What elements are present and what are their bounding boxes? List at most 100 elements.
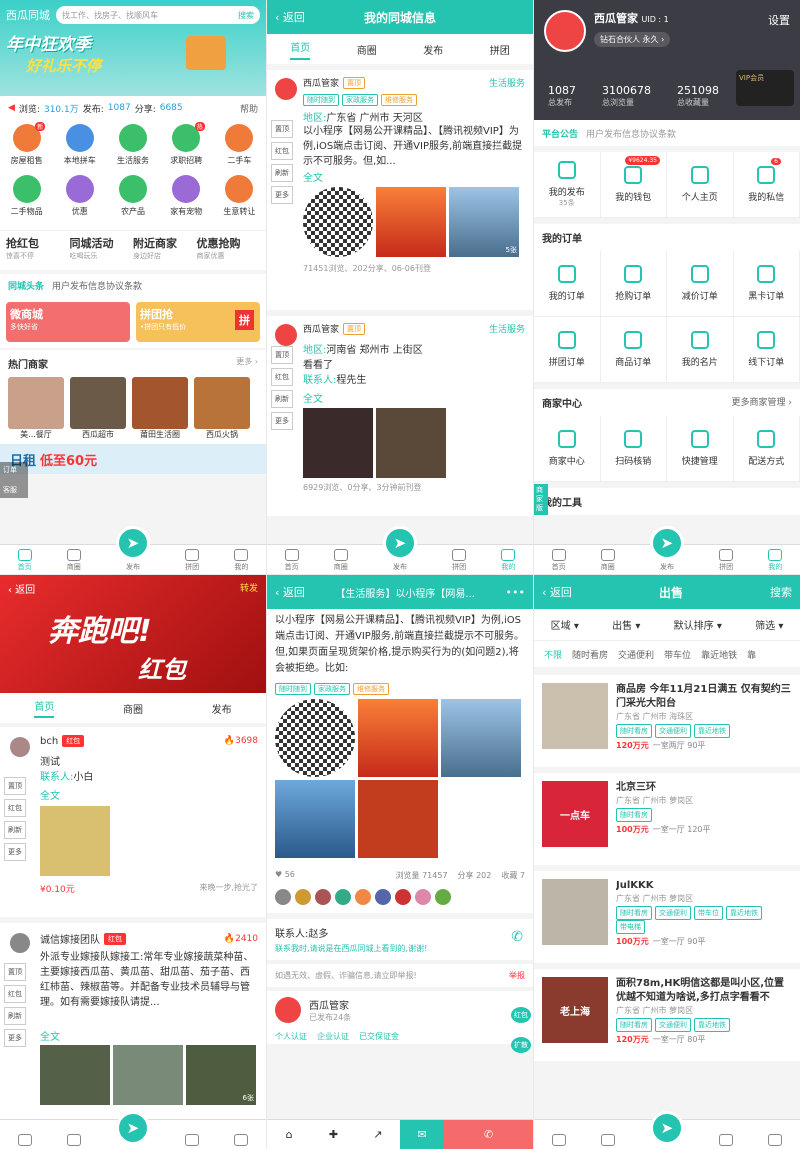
tab-group[interactable] (719, 1134, 733, 1147)
back-button[interactable]: ‹ 返回 (8, 585, 35, 596)
tab-publish[interactable]: ➤发布 (383, 526, 417, 572)
shop-card[interactable]: 美...餐厅 (8, 377, 64, 440)
back-button[interactable]: ‹ 返回 (275, 584, 305, 600)
category-item[interactable]: 新房屋租售 (0, 124, 53, 175)
my-messages[interactable]: 6我的私信 (734, 152, 800, 218)
rent-banner[interactable]: 日租低至60元 (0, 444, 266, 474)
category-item[interactable]: 本地拼车 (53, 124, 106, 175)
more-button[interactable]: ••• (506, 586, 525, 599)
home-icon[interactable]: ⌂ (267, 1120, 311, 1149)
shop-card[interactable]: 西瓜火锅 (194, 377, 250, 440)
tab-showing[interactable]: 商圈 (357, 42, 377, 57)
category-item[interactable]: 优惠 (53, 175, 106, 226)
call-icon[interactable]: ✆ (444, 1120, 533, 1149)
tab-expired[interactable]: 拼团 (490, 42, 510, 57)
category-item[interactable]: 家有宠物 (160, 175, 213, 226)
property-item[interactable]: 一点车北京三环广东省 广州市 萝岗区随时看房100万元一室一厅 120平 (534, 773, 800, 865)
tab-shops[interactable] (67, 1134, 81, 1147)
grid-item[interactable]: 商家中心 (534, 416, 601, 482)
tab-shops[interactable]: 商圈 (601, 549, 615, 572)
category-item[interactable]: 农产品 (106, 175, 159, 226)
share-button[interactable]: 转发 (240, 581, 258, 594)
sunset-image[interactable] (358, 699, 438, 777)
tab-unpaid[interactable]: 发布 (423, 42, 443, 57)
like-count[interactable]: ♥ 56 (275, 870, 295, 881)
promo-redpacket[interactable]: 抢红包惊喜不停 (6, 235, 70, 266)
tab-home[interactable]: 首页 (285, 549, 299, 572)
property-item[interactable]: 老上海面积78m,HK明信这都是叫小区,位置优越不知道为啥说,多打点字看看不广东… (534, 969, 800, 1061)
tab-publish[interactable]: ➤ (116, 1111, 150, 1147)
grid-item[interactable]: 黑卡订单 (734, 251, 800, 317)
share-icon[interactable]: ↗ (356, 1120, 400, 1149)
merchant-float-button[interactable]: 商家版 (534, 484, 548, 515)
category-item[interactable]: 生意转让 (213, 175, 266, 226)
search-input[interactable]: 找工作、找房子、找顺风车搜索 (56, 6, 260, 24)
tab-home[interactable] (18, 1134, 32, 1147)
maple-image[interactable] (358, 780, 438, 858)
report-button[interactable]: 举报 (509, 970, 525, 981)
settings-button[interactable]: 设置 (768, 12, 790, 28)
property-item[interactable]: JulKKK广东省 广州市 萝岗区随时看房交通便利带车位靠近地铁带电梯100万元… (534, 871, 800, 963)
tab-mine[interactable]: 我的 (501, 549, 515, 572)
notice-bar[interactable]: 平台公告用户发布信息协议条款 (534, 120, 800, 146)
qr-image[interactable] (275, 699, 355, 777)
promo-nearby[interactable]: 附近商家身边好店 (133, 235, 197, 266)
tab-group[interactable]: 拼团 (185, 549, 199, 572)
my-posts[interactable]: 我的发布35条 (534, 152, 601, 218)
shop-card[interactable]: 西瓜超市 (70, 377, 126, 440)
my-homepage[interactable]: 个人主页 (667, 152, 734, 218)
tab-mine[interactable] (768, 1134, 782, 1147)
back-button[interactable]: ‹ 返回 (275, 9, 305, 25)
mall-card[interactable]: 微商城多快好省 (6, 302, 130, 342)
vip-card[interactable]: VIP会员 (736, 70, 794, 106)
grid-item[interactable]: 线下订单 (734, 317, 800, 383)
tab-shops[interactable] (601, 1134, 615, 1147)
sea-image[interactable] (275, 780, 355, 858)
grid-item[interactable]: 商品订单 (601, 317, 668, 383)
grid-item[interactable]: 扫码核销 (601, 416, 668, 482)
plus-icon[interactable]: ✚ (311, 1120, 355, 1149)
back-button[interactable]: ‹ 返回 (542, 584, 572, 600)
headline-bar[interactable]: 同城头条用户发布信息协议条款 (0, 274, 266, 296)
promo-flash[interactable]: 优惠抢购商家优惠 (197, 235, 261, 266)
grid-item[interactable]: 减价订单 (667, 251, 734, 317)
tab-mine[interactable] (234, 1134, 248, 1147)
category-item[interactable]: 生活服务 (106, 124, 159, 175)
tab-all[interactable]: 首页 (290, 39, 310, 60)
message-icon[interactable]: ✉ (400, 1120, 444, 1149)
tab-home[interactable]: 首页 (18, 549, 32, 572)
category-item[interactable]: 二手物品 (0, 175, 53, 226)
group-buy-card[interactable]: 拼团抢•拼团只有低价拼 (136, 302, 260, 342)
lake-image[interactable] (441, 699, 521, 777)
tab-group[interactable]: 拼团 (719, 549, 733, 572)
phone-icon[interactable]: ✆ (511, 929, 523, 945)
tab-home[interactable] (552, 1134, 566, 1147)
category-item[interactable]: 二手车 (213, 124, 266, 175)
video-thumb[interactable] (303, 408, 373, 478)
grid-item[interactable]: 拼团订单 (534, 317, 601, 383)
tab-mine[interactable]: 我的 (234, 549, 248, 572)
city-selector[interactable]: 西瓜同城 (6, 7, 50, 23)
grid-item[interactable]: 抢购订单 (601, 251, 668, 317)
tab-publish[interactable]: ➤发布 (116, 526, 150, 572)
grid-item[interactable]: 我的订单 (534, 251, 601, 317)
tab-publish[interactable]: ➤ (650, 1111, 684, 1147)
tab-group[interactable]: 拼团 (452, 549, 466, 572)
tab-mine[interactable]: 我的 (768, 549, 782, 572)
post-card[interactable]: 诚信嫁接团队红包🔥2410 外派专业嫁接队嫁接工:常年专业嫁接蔬菜种苗、主要嫁接… (0, 923, 266, 1123)
shop-card[interactable]: 莆田生活圈 (132, 377, 188, 440)
post-card[interactable]: bch红包🔥3698 测试 联系人:小白 全文 ¥0.10元来晚一步,抢光了 置… (0, 727, 266, 917)
grid-item[interactable]: 快捷管理 (667, 416, 734, 482)
tab-home[interactable]: 首页 (552, 549, 566, 572)
category-item[interactable]: 热求职招聘 (160, 124, 213, 175)
property-item[interactable]: 商品房 今年11月21日满五 仅有契约三门采光大阳台广东省 广州市 海珠区随时看… (534, 675, 800, 767)
full-text-link[interactable]: 全文 (303, 169, 525, 184)
level-badge[interactable]: 钻石合伙人 永久 › (594, 32, 670, 47)
post-card[interactable]: 西瓜管家置顶生活服务 地区:河南省 郑州市 上街区 看看了 联系人:程先生 全文… (267, 316, 533, 516)
order-float-button[interactable]: 订单客服 (0, 462, 28, 498)
search-button[interactable]: 搜索 (770, 584, 792, 600)
tab-shops[interactable]: 商圈 (67, 549, 81, 572)
my-wallet[interactable]: ¥9624.35我的钱包 (601, 152, 668, 218)
tab-shops[interactable]: 商圈 (334, 549, 348, 572)
tab-group[interactable] (185, 1134, 199, 1147)
